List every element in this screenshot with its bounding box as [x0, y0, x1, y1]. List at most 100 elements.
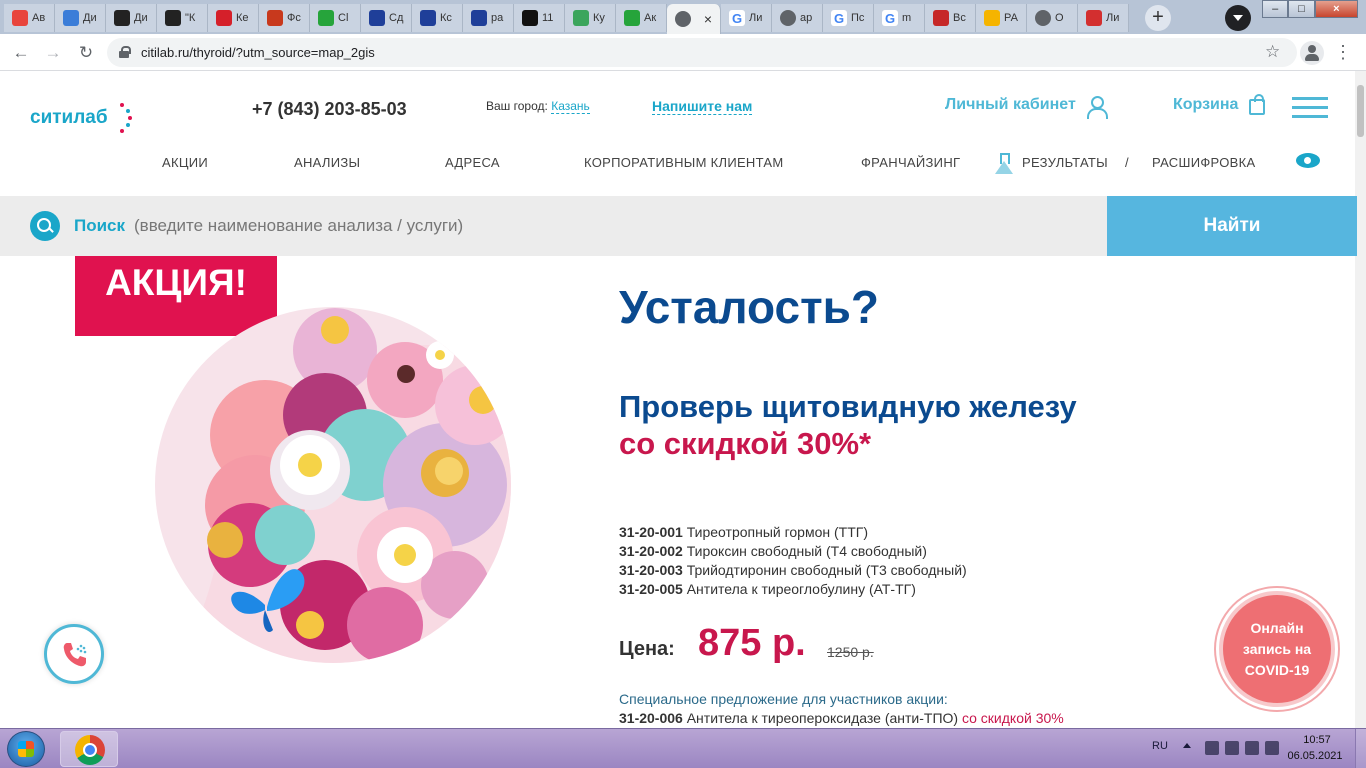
city-link[interactable]: Казань [551, 99, 590, 114]
browser-tab[interactable]: Ак [616, 4, 667, 32]
browser-toolbar: ← → ↻ citilab.ru/thyroid/?utm_source=map… [0, 34, 1366, 71]
browser-menu-icon[interactable]: ⋮ [1334, 41, 1352, 63]
tray-network-icon[interactable] [1205, 741, 1219, 755]
new-tab-button[interactable]: + [1145, 5, 1171, 31]
bookmark-star-icon[interactable]: ☆ [1265, 42, 1280, 62]
eu-flag-icon [420, 10, 436, 26]
nav-analyses[interactable]: АНАЛИЗЫ [294, 155, 360, 170]
write-us-link[interactable]: Напишите нам [652, 98, 753, 115]
clock-time[interactable]: 10:57 [1292, 734, 1342, 746]
start-button[interactable] [7, 731, 45, 767]
globe-icon [675, 11, 691, 27]
tab-label: Ли [1106, 12, 1120, 24]
browser-tab[interactable]: РА [976, 4, 1027, 32]
lock-icon [119, 46, 131, 58]
tab-label: Ав [32, 12, 46, 24]
tray-signal-icon[interactable] [1225, 741, 1239, 755]
nav-franchise[interactable]: ФРАНЧАЙЗИНГ [861, 155, 960, 170]
show-hidden-icons-icon[interactable] [1183, 743, 1191, 748]
search-bar: Поиск Найти [0, 196, 1357, 256]
nav-decoding[interactable]: РАСШИФРОВКА [1152, 155, 1255, 170]
show-desktop-button[interactable] [1355, 729, 1366, 768]
yellow-bookmark-icon [984, 10, 1000, 26]
browser-tab[interactable]: Ку [565, 4, 616, 32]
browser-tab[interactable]: 11 [514, 4, 565, 32]
browser-tab[interactable]: Фс [259, 4, 310, 32]
eu-flag-icon [471, 10, 487, 26]
tab-close-icon[interactable]: × [704, 11, 712, 27]
browser-tab[interactable]: × [667, 4, 721, 34]
browser-tab[interactable]: ра [463, 4, 514, 32]
browser-tab[interactable]: Ди [106, 4, 157, 32]
tab-search-icon[interactable] [1225, 5, 1251, 31]
browser-tab[interactable]: Ли [1078, 4, 1129, 32]
minimize-button[interactable]: – [1262, 0, 1289, 18]
logo-dots-icon [110, 101, 134, 135]
covid-booking-button[interactable]: Онлайн запись на COVID-19 [1219, 591, 1335, 707]
find-button[interactable]: Найти [1107, 196, 1357, 256]
tab-label: Пс [851, 12, 865, 24]
tab-label: РА [1004, 12, 1018, 24]
tab-label: Ак [644, 12, 657, 24]
personal-cabinet-link[interactable]: Личный кабинет [945, 96, 1076, 114]
search-input[interactable] [134, 212, 1094, 240]
browser-tab[interactable]: Сд [361, 4, 412, 32]
close-window-button[interactable]: × [1314, 0, 1358, 18]
flask-icon [995, 153, 1013, 175]
user-icon[interactable] [1087, 96, 1108, 119]
clock-date[interactable]: 06.05.2021 [1284, 750, 1346, 762]
city-selector: Ваш город: Казань [486, 99, 590, 114]
nav-results[interactable]: РЕЗУЛЬТАТЫ [1022, 155, 1108, 170]
tab-label: Вс [953, 12, 966, 24]
phone-number[interactable]: +7 (843) 203-85-03 [252, 99, 407, 120]
accessibility-eye-icon[interactable] [1296, 153, 1320, 168]
nav-promos[interactable]: АКЦИИ [162, 155, 208, 170]
citilab-logo[interactable]: ситилаб [30, 107, 108, 129]
address-bar[interactable]: citilab.ru/thyroid/?utm_source=map_2gis … [107, 38, 1297, 67]
shopping-bag-icon[interactable] [1249, 94, 1265, 115]
promo-subheadline: Проверь щитовидную железу [619, 389, 1077, 424]
callback-button[interactable] [44, 624, 104, 684]
back-button[interactable]: ← [10, 42, 32, 64]
browser-tab[interactable]: "К [157, 4, 208, 32]
browser-tab[interactable]: ар [772, 4, 823, 32]
chrome-icon [75, 735, 105, 765]
tab-label: Ди [83, 12, 97, 24]
green-circle-icon [624, 10, 640, 26]
nav-separator: / [1125, 155, 1129, 170]
browser-tab[interactable]: G Ли [721, 4, 772, 32]
browser-tab[interactable]: Ди [55, 4, 106, 32]
browser-tab[interactable]: G Пс [823, 4, 874, 32]
browser-tab[interactable]: О [1027, 4, 1078, 32]
browser-tab[interactable]: Ав [4, 4, 55, 32]
page-scrollbar[interactable] [1355, 71, 1366, 728]
tray-volume-icon[interactable] [1265, 741, 1279, 755]
hamburger-menu-icon[interactable] [1292, 97, 1328, 119]
language-indicator[interactable]: RU [1152, 740, 1168, 752]
browser-tab[interactable]: Gm [874, 4, 925, 32]
nav-addresses[interactable]: АДРЕСА [445, 155, 500, 170]
browser-tab[interactable]: Ке [208, 4, 259, 32]
scrollbar-thumb[interactable] [1357, 85, 1364, 137]
browser-tab[interactable]: Кс [412, 4, 463, 32]
promo-discount-line: со скидкой 30%* [619, 426, 872, 461]
browser-tab[interactable]: Cl [310, 4, 361, 32]
url-text[interactable]: citilab.ru/thyroid/?utm_source=map_2gis [141, 45, 375, 60]
google-g-icon: G [882, 10, 898, 26]
nav-corporate[interactable]: КОРПОРАТИВНЫМ КЛИЕНТАМ [584, 155, 784, 170]
search-icon[interactable] [30, 211, 60, 241]
maximize-button[interactable]: □ [1288, 0, 1315, 18]
taskbar-chrome-button[interactable] [60, 731, 118, 767]
stripes-icon [114, 10, 130, 26]
globe-icon [1035, 10, 1051, 26]
reload-button[interactable]: ↻ [75, 42, 97, 64]
price-new: 875 р. [698, 622, 806, 664]
profile-avatar-icon[interactable] [1300, 41, 1324, 65]
covid-line-3: COVID-19 [1244, 661, 1310, 678]
tray-battery-icon[interactable] [1245, 741, 1259, 755]
browser-tab[interactable]: Вс [925, 4, 976, 32]
price-old: 1250 р. [827, 644, 874, 660]
diamond-icon [267, 10, 283, 26]
forward-button[interactable]: → [42, 42, 64, 64]
cart-link[interactable]: Корзина [1173, 96, 1238, 114]
